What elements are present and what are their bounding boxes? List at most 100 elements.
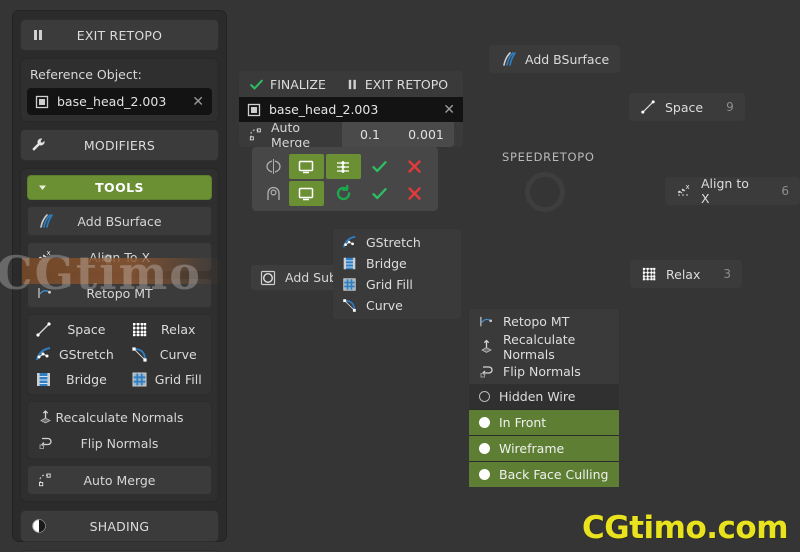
tool-grid-fill[interactable]: Grid Fill: [124, 367, 212, 392]
retopo-mt-button[interactable]: Retopo MT: [27, 278, 212, 308]
menu-item-bridge[interactable]: Bridge: [333, 253, 461, 274]
close-icon[interactable]: ✕: [192, 94, 204, 110]
exit-retopo-button[interactable]: EXIT RETOPO: [20, 19, 219, 51]
recalc-normals-icon: [479, 339, 494, 354]
triangle-down-icon: [38, 180, 47, 195]
retopo-display-menu: Retopo MT Recalculate Normals Flip Norma…: [469, 309, 619, 487]
auto-merge-button[interactable]: Auto Merge: [27, 465, 212, 495]
flip-normals-button[interactable]: Flip Normals: [28, 430, 211, 456]
retopo-object-value: base_head_2.003: [269, 102, 379, 117]
bsurface-icon: [37, 213, 53, 229]
retopo-object-field[interactable]: base_head_2.003 ✕: [239, 97, 463, 122]
close-icon[interactable]: ✕: [443, 102, 455, 118]
menu-item-recalculate-normals-label: Recalculate Normals: [503, 331, 576, 362]
shading-button[interactable]: SHADING: [20, 510, 219, 542]
menu-item-back-face-culling[interactable]: Back Face Culling: [469, 462, 619, 487]
sidebar-panel: EXIT RETOPO Reference Object: base_head_…: [12, 10, 227, 552]
menu-item-retopo-mt[interactable]: Retopo MT: [469, 309, 619, 334]
modifier-stack-box: Add Subsurf: [251, 147, 438, 290]
auto-merge-value-1[interactable]: 0.1: [342, 127, 398, 142]
tool-relax-label: Relax: [161, 322, 196, 337]
tool-relax[interactable]: Relax: [124, 317, 212, 342]
menu-item-curve-label: Curve: [366, 298, 403, 313]
finalize-label: FINALIZE: [270, 76, 326, 92]
menu-item-flip-normals[interactable]: Flip Normals: [469, 359, 619, 384]
normals-stack: Recalculate Normals Flip Normals: [27, 401, 212, 459]
apply-modifier-button[interactable]: [363, 185, 398, 202]
tool-bridge-label: Bridge: [66, 372, 107, 387]
pill-align-to-x-label: Align to X: [701, 176, 749, 206]
add-bsurface-button[interactable]: Add BSurface: [27, 206, 212, 236]
add-bsurface-label: Add BSurface: [77, 213, 162, 229]
modifier-row-mirror: [258, 153, 432, 180]
menu-item-grid-fill[interactable]: Grid Fill: [333, 274, 461, 295]
tool-grid-fill-label: Grid Fill: [154, 372, 202, 387]
pill-align-to-x[interactable]: x Align to X 6: [665, 176, 800, 206]
pill-relax-number: 3: [723, 267, 731, 281]
radio-icon: [479, 443, 490, 454]
tool-curve[interactable]: Curve: [124, 342, 212, 367]
auto-merge-icon: [248, 127, 263, 142]
tool-bridge[interactable]: Bridge: [28, 367, 124, 392]
auto-merge-value-2[interactable]: 0.001: [398, 127, 454, 142]
shrinkwrap-modifier-icon: [258, 184, 289, 203]
reference-object-field[interactable]: base_head_2.003 ✕: [27, 88, 212, 115]
recalculate-normals-label: Recalculate Normals: [55, 409, 184, 425]
menu-item-curve[interactable]: Curve: [333, 295, 461, 316]
viewport-addon-label: SPEEDRETOPO: [502, 150, 595, 164]
shading-label: SHADING: [89, 518, 150, 534]
modifiers-button[interactable]: MODIFIERS: [20, 129, 219, 161]
flip-normals-icon: [479, 364, 494, 379]
display-in-viewport-icon[interactable]: [289, 154, 324, 179]
display-in-viewport-icon[interactable]: [289, 181, 324, 206]
display-in-edit-mode-icon[interactable]: [325, 154, 361, 179]
retopo-mt-label: Retopo MT: [86, 285, 153, 301]
delete-modifier-button[interactable]: [397, 158, 432, 175]
pill-relax[interactable]: Relax 3: [630, 260, 742, 288]
menu-item-hidden-wire[interactable]: Hidden Wire: [469, 384, 619, 409]
exit-retopo-label: EXIT RETOPO: [76, 27, 163, 43]
align-to-x-button[interactable]: x Align To X: [27, 242, 212, 272]
menu-item-in-front[interactable]: In Front: [469, 410, 619, 435]
mirror-modifier-icon: [258, 157, 289, 176]
relax-icon: [641, 266, 657, 282]
menu-item-recalculate-normals[interactable]: Recalculate Normals: [469, 331, 619, 362]
auto-merge-label: Auto Merge: [83, 472, 156, 488]
pill-add-bsurface[interactable]: Add BSurface: [489, 45, 621, 73]
refresh-icon[interactable]: [326, 181, 361, 206]
bsurface-icon: [500, 51, 516, 67]
align-x-icon: x: [676, 183, 692, 199]
site-watermark: CGtimo.com: [582, 510, 789, 546]
pill-relax-label: Relax: [666, 266, 701, 282]
recalculate-normals-button[interactable]: Recalculate Normals: [28, 404, 211, 430]
tools-header[interactable]: TOOLS: [27, 175, 212, 200]
grid-fill-icon: [131, 371, 148, 388]
bridge-icon: [35, 371, 52, 388]
app-root: SPEEDRETOPO EXIT RETOPO Reference Object…: [0, 0, 800, 552]
radio-icon: [479, 469, 490, 480]
delete-modifier-button[interactable]: [397, 185, 432, 202]
grid-fill-icon: [342, 277, 357, 292]
tool-space[interactable]: Space: [28, 317, 124, 342]
menu-item-wireframe[interactable]: Wireframe: [469, 436, 619, 461]
pill-space-label: Space: [665, 99, 704, 115]
menu-item-gstretch[interactable]: GStretch: [333, 232, 461, 253]
retopo-auto-merge-row[interactable]: Auto Merge 0.1 0.001: [239, 120, 463, 150]
apply-modifier-button[interactable]: [363, 158, 398, 175]
tool-gstretch[interactable]: GStretch: [28, 342, 124, 367]
radio-icon: [479, 391, 490, 402]
exit-retopo-button[interactable]: EXIT RETOPO: [336, 77, 458, 92]
recalc-normals-icon: [38, 410, 53, 425]
finalize-button[interactable]: FINALIZE: [239, 77, 336, 92]
pill-add-bsurface-label: Add BSurface: [525, 51, 610, 67]
tools-header-label: TOOLS: [95, 180, 144, 195]
exit-retopo-label: EXIT RETOPO: [364, 76, 449, 92]
pill-space[interactable]: Space 9: [629, 93, 745, 121]
pill-space-number: 9: [726, 100, 734, 114]
menu-item-hidden-wire-label: Hidden Wire: [499, 389, 576, 404]
menu-item-flip-normals-label: Flip Normals: [503, 364, 581, 379]
viewport-circle-gizmo: [525, 172, 565, 212]
pill-align-to-x-number: 6: [781, 184, 789, 198]
space-icon: [640, 99, 656, 115]
svg-text:x: x: [686, 183, 690, 191]
